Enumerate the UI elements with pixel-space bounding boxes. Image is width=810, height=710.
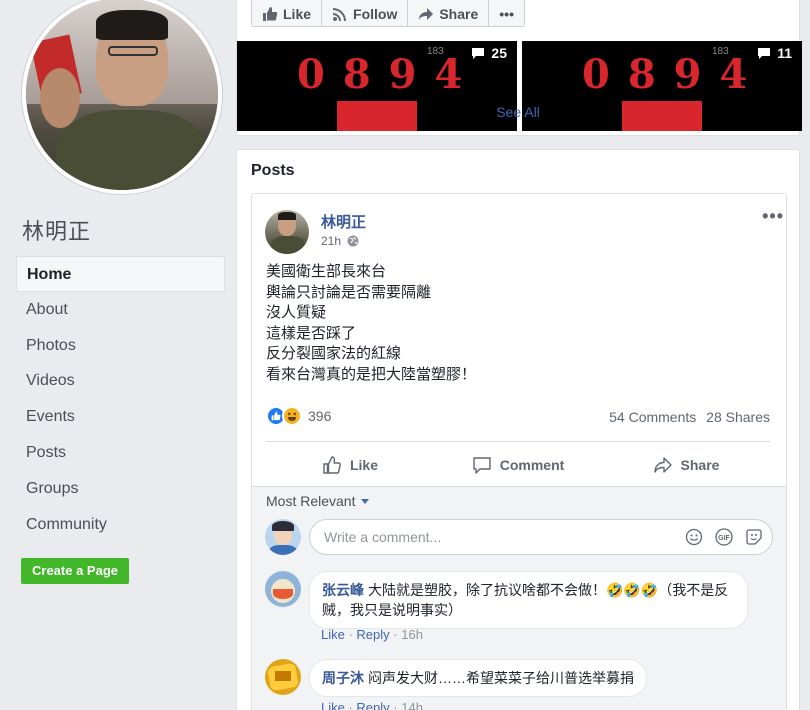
- like-page-button[interactable]: Like: [252, 0, 323, 26]
- comment-text: 闷声发大财……希望菜菜子给川普选举募捐: [368, 670, 634, 686]
- comment-meta: Like · Reply · 14h: [321, 700, 423, 710]
- share-page-button[interactable]: Share: [408, 0, 490, 26]
- emoji-icon[interactable]: [684, 527, 704, 547]
- see-all-link[interactable]: See All: [237, 104, 799, 120]
- commenter-avatar[interactable]: [265, 659, 301, 695]
- comment-bubble-icon: [472, 48, 485, 59]
- shares-count-link[interactable]: 28 Shares: [706, 409, 770, 425]
- commenter-name-link[interactable]: 周子沐: [322, 670, 364, 686]
- nav-item-community[interactable]: Community: [16, 507, 225, 543]
- post-actions: Like Comment Share: [266, 448, 770, 482]
- post: 林明正 21h ••• 美國衛生部長來台 輿論只討論是否需要隔離 沒人質疑 這樣…: [251, 193, 787, 710]
- post-options-button[interactable]: •••: [762, 206, 784, 227]
- nav-item-about[interactable]: About: [16, 292, 225, 328]
- nav-item-groups[interactable]: Groups: [16, 471, 225, 507]
- page-action-bar: Like Follow Share •••: [251, 0, 525, 27]
- nav-item-photos[interactable]: Photos: [16, 328, 225, 364]
- share-arrow-icon: [653, 457, 672, 473]
- comment-input[interactable]: [324, 520, 664, 554]
- post-like-button[interactable]: Like: [266, 448, 434, 482]
- comment-bubble: 张云峰 大陆就是塑胶，除了抗议啥都不会做！🤣🤣🤣（我不是反贼，我只是说明事实）: [309, 571, 748, 629]
- comment-meta: Like · Reply · 16h: [321, 627, 423, 642]
- nav-item-posts[interactable]: Posts: [16, 435, 225, 471]
- media-card: Like Follow Share ••• 0894 183 25 0894 1…: [236, 0, 802, 136]
- more-options-button[interactable]: •••: [489, 0, 524, 26]
- nav-item-home[interactable]: Home: [16, 256, 225, 292]
- post-share-button[interactable]: Share: [602, 448, 770, 482]
- globe-icon: [347, 235, 359, 247]
- left-column: 林明正 Home About Photos Videos Events Post…: [0, 0, 237, 710]
- divider: [266, 441, 770, 442]
- post-stats: 54 Comments 28 Shares: [603, 409, 770, 425]
- rss-icon: [333, 7, 347, 21]
- profile-picture[interactable]: [22, 0, 222, 194]
- comment-time[interactable]: 14h: [401, 700, 423, 710]
- commenter-name-link[interactable]: 张云峰: [322, 582, 364, 598]
- comment-bubble-icon: [473, 457, 491, 474]
- comment-sort-dropdown[interactable]: Most Relevant: [266, 493, 370, 509]
- gif-icon[interactable]: GIF: [714, 527, 734, 547]
- thumbs-up-icon: [263, 6, 278, 21]
- comment-bubble: 周子沐 闷声发大财……希望菜菜子给川普选举募捐: [309, 659, 647, 697]
- caret-down-icon: [361, 498, 370, 504]
- author-avatar[interactable]: [265, 210, 309, 254]
- comment-composer: GIF: [309, 519, 773, 555]
- composer-icons: GIF: [674, 527, 764, 547]
- comment-like-link[interactable]: Like: [321, 627, 345, 642]
- reaction-summary[interactable]: 396: [266, 406, 331, 426]
- create-page-button[interactable]: Create a Page: [21, 558, 129, 584]
- thumbs-up-icon: [323, 456, 341, 474]
- nav-item-videos[interactable]: Videos: [16, 363, 225, 399]
- post-author-link[interactable]: 林明正: [321, 211, 366, 232]
- follow-button[interactable]: Follow: [322, 0, 409, 26]
- posts-card: Posts 林明正 21h ••• 美國衛生部長來台 輿論只討論是否需要隔離 沒…: [236, 149, 800, 710]
- nav-item-events[interactable]: Events: [16, 399, 225, 435]
- thumbnail-comment-count: 25: [471, 45, 507, 61]
- post-timestamp[interactable]: 21h: [321, 234, 359, 248]
- commenter-avatar[interactable]: [265, 571, 301, 607]
- comment-reply-link[interactable]: Reply: [356, 627, 389, 642]
- comment-like-link[interactable]: Like: [321, 700, 345, 710]
- post-comment-button[interactable]: Comment: [434, 448, 602, 482]
- comment-reply-link[interactable]: Reply: [356, 700, 389, 710]
- post-text: 美國衛生部長來台 輿論只討論是否需要隔離 沒人質疑 這樣是否踩了 反分裂國家法的…: [266, 263, 477, 383]
- comments-section: Most Relevant GIF: [252, 486, 786, 710]
- current-user-avatar: [265, 519, 301, 555]
- comments-count-link[interactable]: 54 Comments: [609, 409, 696, 425]
- posts-heading: Posts: [251, 162, 295, 179]
- share-arrow-icon: [419, 7, 434, 20]
- sticker-icon[interactable]: [744, 527, 764, 547]
- profile-name: 林明正: [22, 219, 92, 244]
- haha-reaction-icon: [282, 406, 302, 426]
- thumbnail-comment-count: 11: [757, 45, 792, 61]
- svg-text:GIF: GIF: [718, 535, 730, 542]
- comment-bubble-icon: [758, 48, 771, 59]
- comment-time[interactable]: 16h: [401, 627, 423, 642]
- page-nav: Home About Photos Videos Events Posts Gr…: [16, 256, 225, 542]
- comment-text: 大陆就是塑胶，除了抗议啥都不会做！🤣🤣🤣（我不是反贼，我只是说明事实）: [322, 582, 729, 618]
